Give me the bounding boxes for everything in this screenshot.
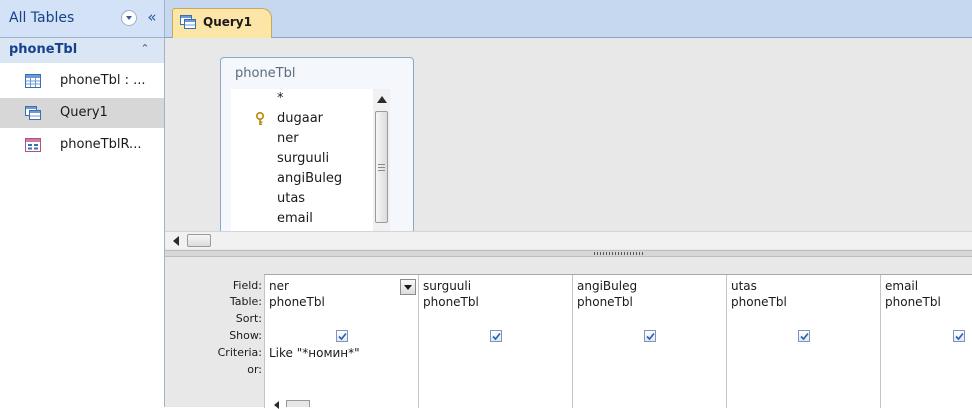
field-list-window[interactable]: phoneTbl * dugaar ner surguuli angiBuleg… [220, 57, 414, 247]
grid-column[interactable]: utas phoneTbl [726, 275, 880, 408]
grip-icon[interactable] [594, 252, 644, 255]
scroll-left-icon[interactable] [173, 236, 179, 246]
show-checkbox[interactable] [953, 330, 965, 342]
grid-column[interactable]: surguuli phoneTbl [418, 275, 572, 408]
field-list: * dugaar ner surguuli angiBuleg utas ema… [231, 89, 381, 247]
field-list-item[interactable]: dugaar [231, 109, 381, 129]
row-label-or: or: [247, 363, 262, 376]
grid-columns: ner phoneTbl Like "*номин*" surguuli pho… [264, 274, 972, 408]
nav-item-query1[interactable]: Query1 [0, 98, 164, 128]
query-design-pane: phoneTbl * dugaar ner surguuli angiBuleg… [165, 38, 972, 250]
report-icon [25, 138, 41, 152]
table-cell[interactable]: phoneTbl [423, 295, 479, 309]
table-cell[interactable]: phoneTbl [269, 295, 325, 309]
nav-item-phone-report[interactable]: phoneTblR... [0, 130, 164, 160]
field-cell[interactable]: email [885, 279, 918, 293]
field-list-item[interactable]: angiBuleg [231, 169, 381, 189]
show-checkbox[interactable] [644, 330, 656, 342]
row-label-show: Show: [229, 329, 262, 342]
field-list-item[interactable]: * [231, 89, 381, 109]
query-design-grid: Field: Table: Sort: Show: Criteria: or: … [165, 257, 972, 409]
scroll-up-icon[interactable] [377, 96, 387, 103]
show-checkbox[interactable] [336, 330, 348, 342]
field-list-item[interactable]: surguuli [231, 149, 381, 169]
query-icon [25, 106, 41, 120]
document-tab-bar: Query1 [165, 0, 972, 38]
collapse-pane-icon[interactable]: « [144, 7, 160, 27]
scroll-thumb[interactable] [375, 111, 388, 223]
field-cell[interactable]: surguuli [423, 279, 471, 293]
nav-item-label: Query1 [60, 105, 108, 120]
criteria-cell[interactable]: Like "*номин*" [269, 346, 360, 360]
grid-column[interactable]: angiBuleg phoneTbl [572, 275, 726, 408]
scroll-left-icon[interactable] [274, 401, 279, 409]
chevron-down-icon[interactable] [121, 10, 137, 26]
grid-row-labels: Field: Table: Sort: Show: Criteria: or: [165, 257, 262, 407]
show-checkbox[interactable] [798, 330, 810, 342]
primary-key-icon [255, 111, 265, 126]
row-label-sort: Sort: [235, 312, 262, 325]
nav-item-label: phoneTbl : ... [60, 73, 146, 88]
grid-column[interactable]: email phoneTbl [880, 275, 972, 408]
field-cell[interactable]: ner [269, 279, 289, 293]
field-dropdown-button[interactable] [400, 279, 416, 295]
scroll-thumb[interactable] [187, 234, 211, 247]
table-cell[interactable]: phoneTbl [577, 295, 633, 309]
row-label-field: Field: [232, 279, 262, 292]
grid-column[interactable]: ner phoneTbl Like "*номин*" [264, 275, 418, 408]
chevron-up-icon[interactable]: ⌃ [138, 41, 152, 57]
nav-group-title: phoneTbl [9, 42, 78, 57]
navigation-pane: All Tables « phoneTbl ⌃ phoneTbl : ... Q… [0, 0, 165, 407]
table-icon [25, 74, 41, 88]
pane-splitter[interactable] [165, 250, 972, 257]
design-pane-hscrollbar[interactable] [165, 231, 972, 249]
table-cell[interactable]: phoneTbl [885, 295, 941, 309]
tab-query1[interactable]: Query1 [172, 8, 272, 38]
row-label-criteria: Criteria: [217, 346, 262, 359]
field-list-item[interactable]: utas [231, 189, 381, 209]
field-list-item[interactable]: email [231, 209, 381, 229]
field-list-scrollbar[interactable] [373, 89, 390, 247]
row-label-table: Table: [229, 295, 262, 308]
field-list-title: phoneTbl [235, 66, 296, 81]
field-list-item[interactable]: ner [231, 129, 381, 149]
query-icon [180, 15, 196, 29]
nav-pane-title: All Tables [9, 10, 75, 26]
nav-pane-header[interactable]: All Tables « [0, 0, 164, 38]
tab-label: Query1 [203, 15, 252, 29]
grid-hscrollbar[interactable] [264, 400, 972, 409]
table-cell[interactable]: phoneTbl [731, 295, 787, 309]
nav-item-label: phoneTblR... [60, 137, 142, 152]
show-checkbox[interactable] [490, 330, 502, 342]
scroll-thumb[interactable] [286, 400, 310, 407]
nav-group-header[interactable]: phoneTbl ⌃ [0, 38, 164, 63]
access-window: All Tables « phoneTbl ⌃ phoneTbl : ... Q… [0, 0, 972, 409]
nav-item-phone-table[interactable]: phoneTbl : ... [0, 66, 164, 96]
field-cell[interactable]: angiBuleg [577, 279, 637, 293]
field-cell[interactable]: utas [731, 279, 757, 293]
